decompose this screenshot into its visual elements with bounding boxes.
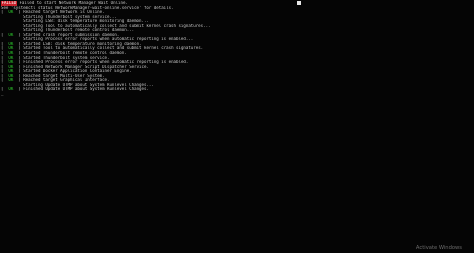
console-line-text: Starting Tool to automatically collect a… [1, 23, 211, 28]
console-line-text: Started Docker Application Container Eng… [20, 69, 132, 74]
console-line-text: Started Thunderbolt remote control daemo… [20, 51, 127, 56]
boot-console: FAILED Failed to start Network Manager W… [1, 1, 471, 96]
console-line-text: Failed to start Network Manager Wait Onl… [16, 1, 128, 5]
console-line-text: Started Thunderbolt system service. [20, 55, 110, 60]
console-line-text: Finished Update UTMP about System Runlev… [20, 87, 149, 92]
console-line-text: Reached target Graphical Interface. [20, 78, 110, 83]
activate-windows-watermark: Activate Windows [415, 245, 462, 251]
console-line-text: Finished Process error reports when auto… [20, 60, 189, 65]
console-line-text: Starting LSB: disk temperature monitorin… [1, 19, 149, 24]
console-line-text: Finished Network Manager Script Dispatch… [20, 64, 149, 69]
console-line-text: Starting Thunderbolt remote control daem… [1, 28, 135, 33]
console-line-text: Starting Update UTMP about System Runlev… [1, 82, 154, 87]
cursor: _ [1, 91, 4, 96]
prompt-line[interactable]: _ [1, 92, 471, 97]
status-badge: [ OK ] [1, 87, 21, 92]
console-line-text: Started Tool to automatically collect an… [20, 46, 204, 51]
console-line-text: Started crash report submission daemon. [20, 32, 120, 37]
console-line-text: Started LSB: disk temperature monitoring… [20, 41, 142, 46]
console-line-text: Starting Thunderbolt system service... [1, 14, 117, 19]
scrollbar-indicator [297, 1, 301, 5]
console-line-text: Reached target Multi-User System. [20, 73, 105, 78]
console-line-text: Starting Process error reports when auto… [1, 37, 194, 42]
console-line-text: Reached target Network is Online. [20, 10, 105, 15]
console-line-text: See 'systemctl status NetworkManager-wai… [1, 5, 174, 10]
